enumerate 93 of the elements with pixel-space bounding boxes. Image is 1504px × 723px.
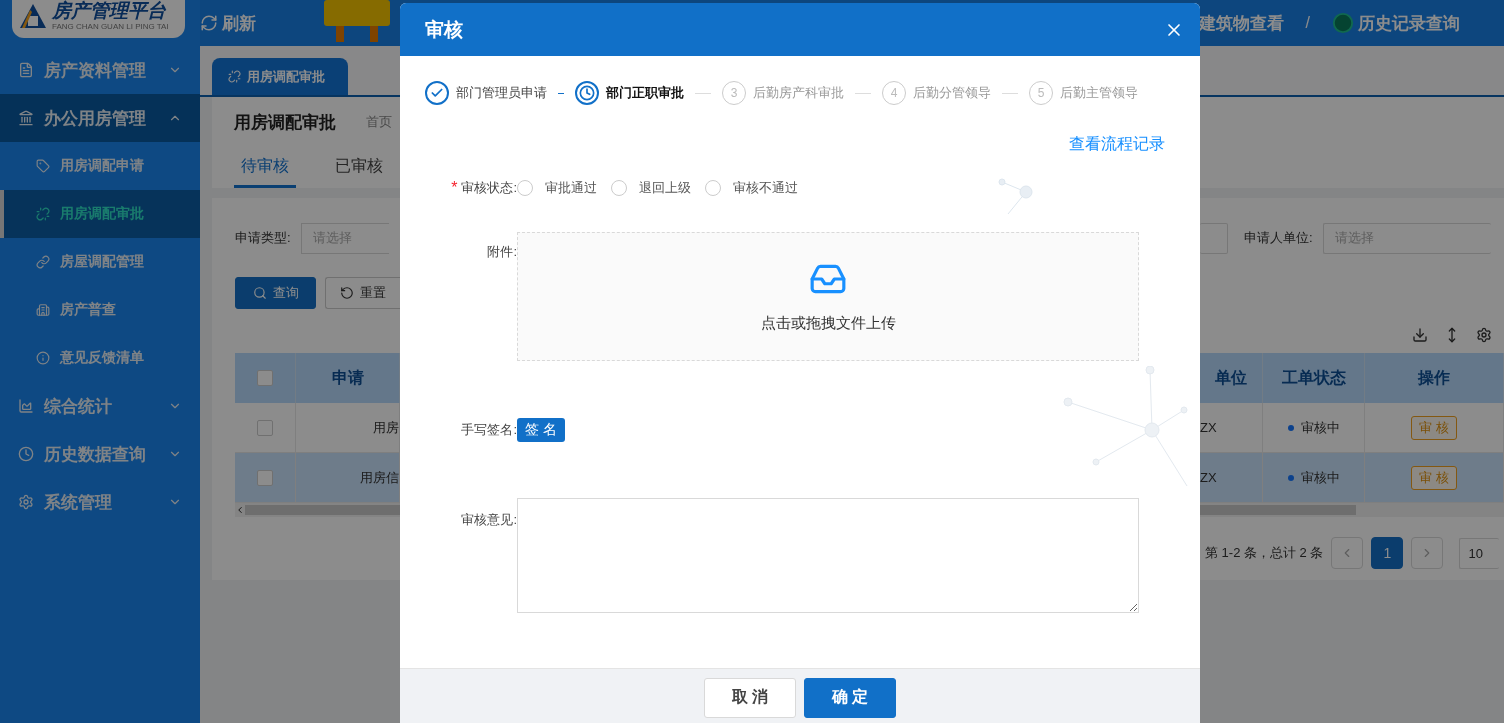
unlink-icon (36, 207, 50, 221)
process-record-link[interactable]: 查看流程记录 (1069, 133, 1165, 155)
unlink-icon (228, 70, 241, 83)
filter-label: 申请人单位: (1244, 229, 1313, 247)
pagination-summary: 第 1-2 条，总计 2 条 (1205, 544, 1324, 562)
status-dot-icon (1287, 424, 1294, 431)
review-button[interactable]: 审 核 (1411, 465, 1457, 490)
radio-option[interactable]: 审核不通过 (705, 179, 798, 197)
form-label: 手写签名: (460, 421, 517, 439)
checkbox[interactable] (257, 469, 273, 486)
table-header-cell: 操作 (1365, 353, 1504, 403)
sidebar-menu-item[interactable]: 房产资料管理 (0, 46, 200, 94)
sidebar-menu-item[interactable]: 历史数据查询 (0, 430, 200, 478)
dialog-title: 审核 (425, 17, 463, 42)
radio-option[interactable]: 退回上级 (611, 179, 691, 197)
sidebar-submenu-item[interactable]: 意见反馈清单 (0, 334, 200, 382)
table-header-cell: 申请 (296, 353, 400, 403)
status-text: 审核中 (1300, 418, 1340, 437)
checkbox[interactable] (257, 370, 273, 386)
search-button[interactable]: 查询 (235, 277, 316, 309)
radio-circle-icon[interactable] (705, 180, 721, 196)
scrollbar[interactable] (1200, 503, 1504, 517)
radio-label: 审批通过 (545, 179, 597, 197)
form-label: 附件: (486, 243, 517, 261)
review-button[interactable]: 审 核 (1411, 415, 1457, 440)
sidebar-menu-item[interactable]: 系统管理 (0, 478, 200, 526)
settings-icon[interactable] (1476, 327, 1494, 345)
status-tab[interactable]: 已审核 (328, 147, 390, 188)
radio-circle-icon[interactable] (611, 180, 627, 196)
logo-subtitle: FANG CHAN GUAN LI PING TAI (52, 21, 169, 31)
select-field[interactable] (1200, 222, 1228, 254)
nav-link[interactable]: 历史记录查询 (1332, 11, 1460, 35)
sidebar-menu-item[interactable]: 综合统计 (0, 382, 200, 430)
step-label: 部门管理员申请 (456, 84, 547, 102)
info-icon (36, 351, 50, 365)
page-title: 用房调配审批 (234, 111, 336, 134)
radio-option[interactable]: 审批通过 (517, 179, 597, 197)
page-size-select[interactable]: 10 (1459, 537, 1500, 569)
refresh-button[interactable]: 刷新 (200, 11, 256, 35)
sidebar-submenu-item[interactable]: 用房调配申请 (0, 142, 200, 190)
form-label: 审核意见: (460, 511, 517, 529)
comment-textarea[interactable] (517, 498, 1139, 613)
table-header-cell: 单位 (1200, 353, 1263, 403)
download-icon[interactable] (1412, 327, 1430, 345)
bank-icon (18, 110, 34, 126)
breadcrumb-link[interactable]: 首页 (366, 113, 392, 131)
area-chart-icon (18, 398, 34, 414)
upload-hint: 点击或拖拽文件上传 (760, 314, 896, 333)
sidebar-submenu-item[interactable]: 用房调配审批 (0, 190, 200, 238)
page-tab[interactable]: 用房调配审批 (212, 58, 348, 95)
step-label: 后勤主管领导 (1060, 84, 1138, 102)
status-tab[interactable]: 待审核 (234, 147, 296, 188)
radio-label: 退回上级 (639, 179, 691, 197)
step-label: 后勤分管领导 (913, 84, 991, 102)
status-text: 审核中 (1300, 468, 1340, 487)
scroll-left-icon[interactable] (235, 505, 245, 515)
radio-circle-icon[interactable] (517, 180, 533, 196)
upload-dropzone[interactable]: 点击或拖拽文件上传 (517, 232, 1139, 361)
step-label: 部门正职审批 (606, 84, 684, 102)
link-icon (36, 255, 50, 269)
previous-page-button[interactable] (1331, 537, 1364, 569)
page-button[interactable]: 1 (1371, 537, 1404, 569)
table-cell: ZX (1200, 403, 1263, 453)
sign-button[interactable]: 签 名 (517, 418, 565, 442)
search-icon (252, 286, 267, 300)
refresh-icon (200, 14, 218, 32)
settings-icon (18, 494, 34, 510)
next-page-button[interactable] (1411, 537, 1444, 569)
scrollbar[interactable] (235, 503, 400, 517)
checkbox[interactable] (257, 419, 273, 436)
sidebar-submenu-item[interactable]: 房产普查 (0, 286, 200, 334)
nav-separator: / (1305, 14, 1310, 32)
sidebar-submenu-item[interactable]: 房屋调配管理 (0, 238, 200, 286)
status-dot-icon (1287, 474, 1294, 481)
radio-label: 审核不通过 (733, 179, 798, 197)
cancel-button[interactable]: 取 消 (704, 677, 796, 718)
building-icon (36, 303, 50, 317)
filter-label: 申请类型: (235, 229, 291, 247)
table-header-cell: 工单状态 (1263, 353, 1365, 403)
reset-icon (340, 286, 354, 300)
required-mark: * (451, 179, 458, 197)
table-cell: 用房信 (296, 453, 400, 503)
form-label: 审核状态: (461, 179, 517, 197)
step-label: 后勤房产科审批 (753, 84, 844, 102)
table-cell: 用房 (296, 403, 400, 453)
sidebar-menu-item[interactable]: 办公用房管理 (0, 94, 200, 142)
confirm-button[interactable]: 确 定 (804, 677, 896, 718)
nav-link[interactable]: 建筑物查看 (1198, 11, 1284, 35)
table-cell: ZX (1200, 453, 1263, 503)
logo-title: 房产管理平台 (52, 0, 167, 22)
tag-icon (36, 159, 50, 173)
document-icon (18, 62, 34, 78)
reset-button[interactable]: 重置 (325, 277, 400, 309)
